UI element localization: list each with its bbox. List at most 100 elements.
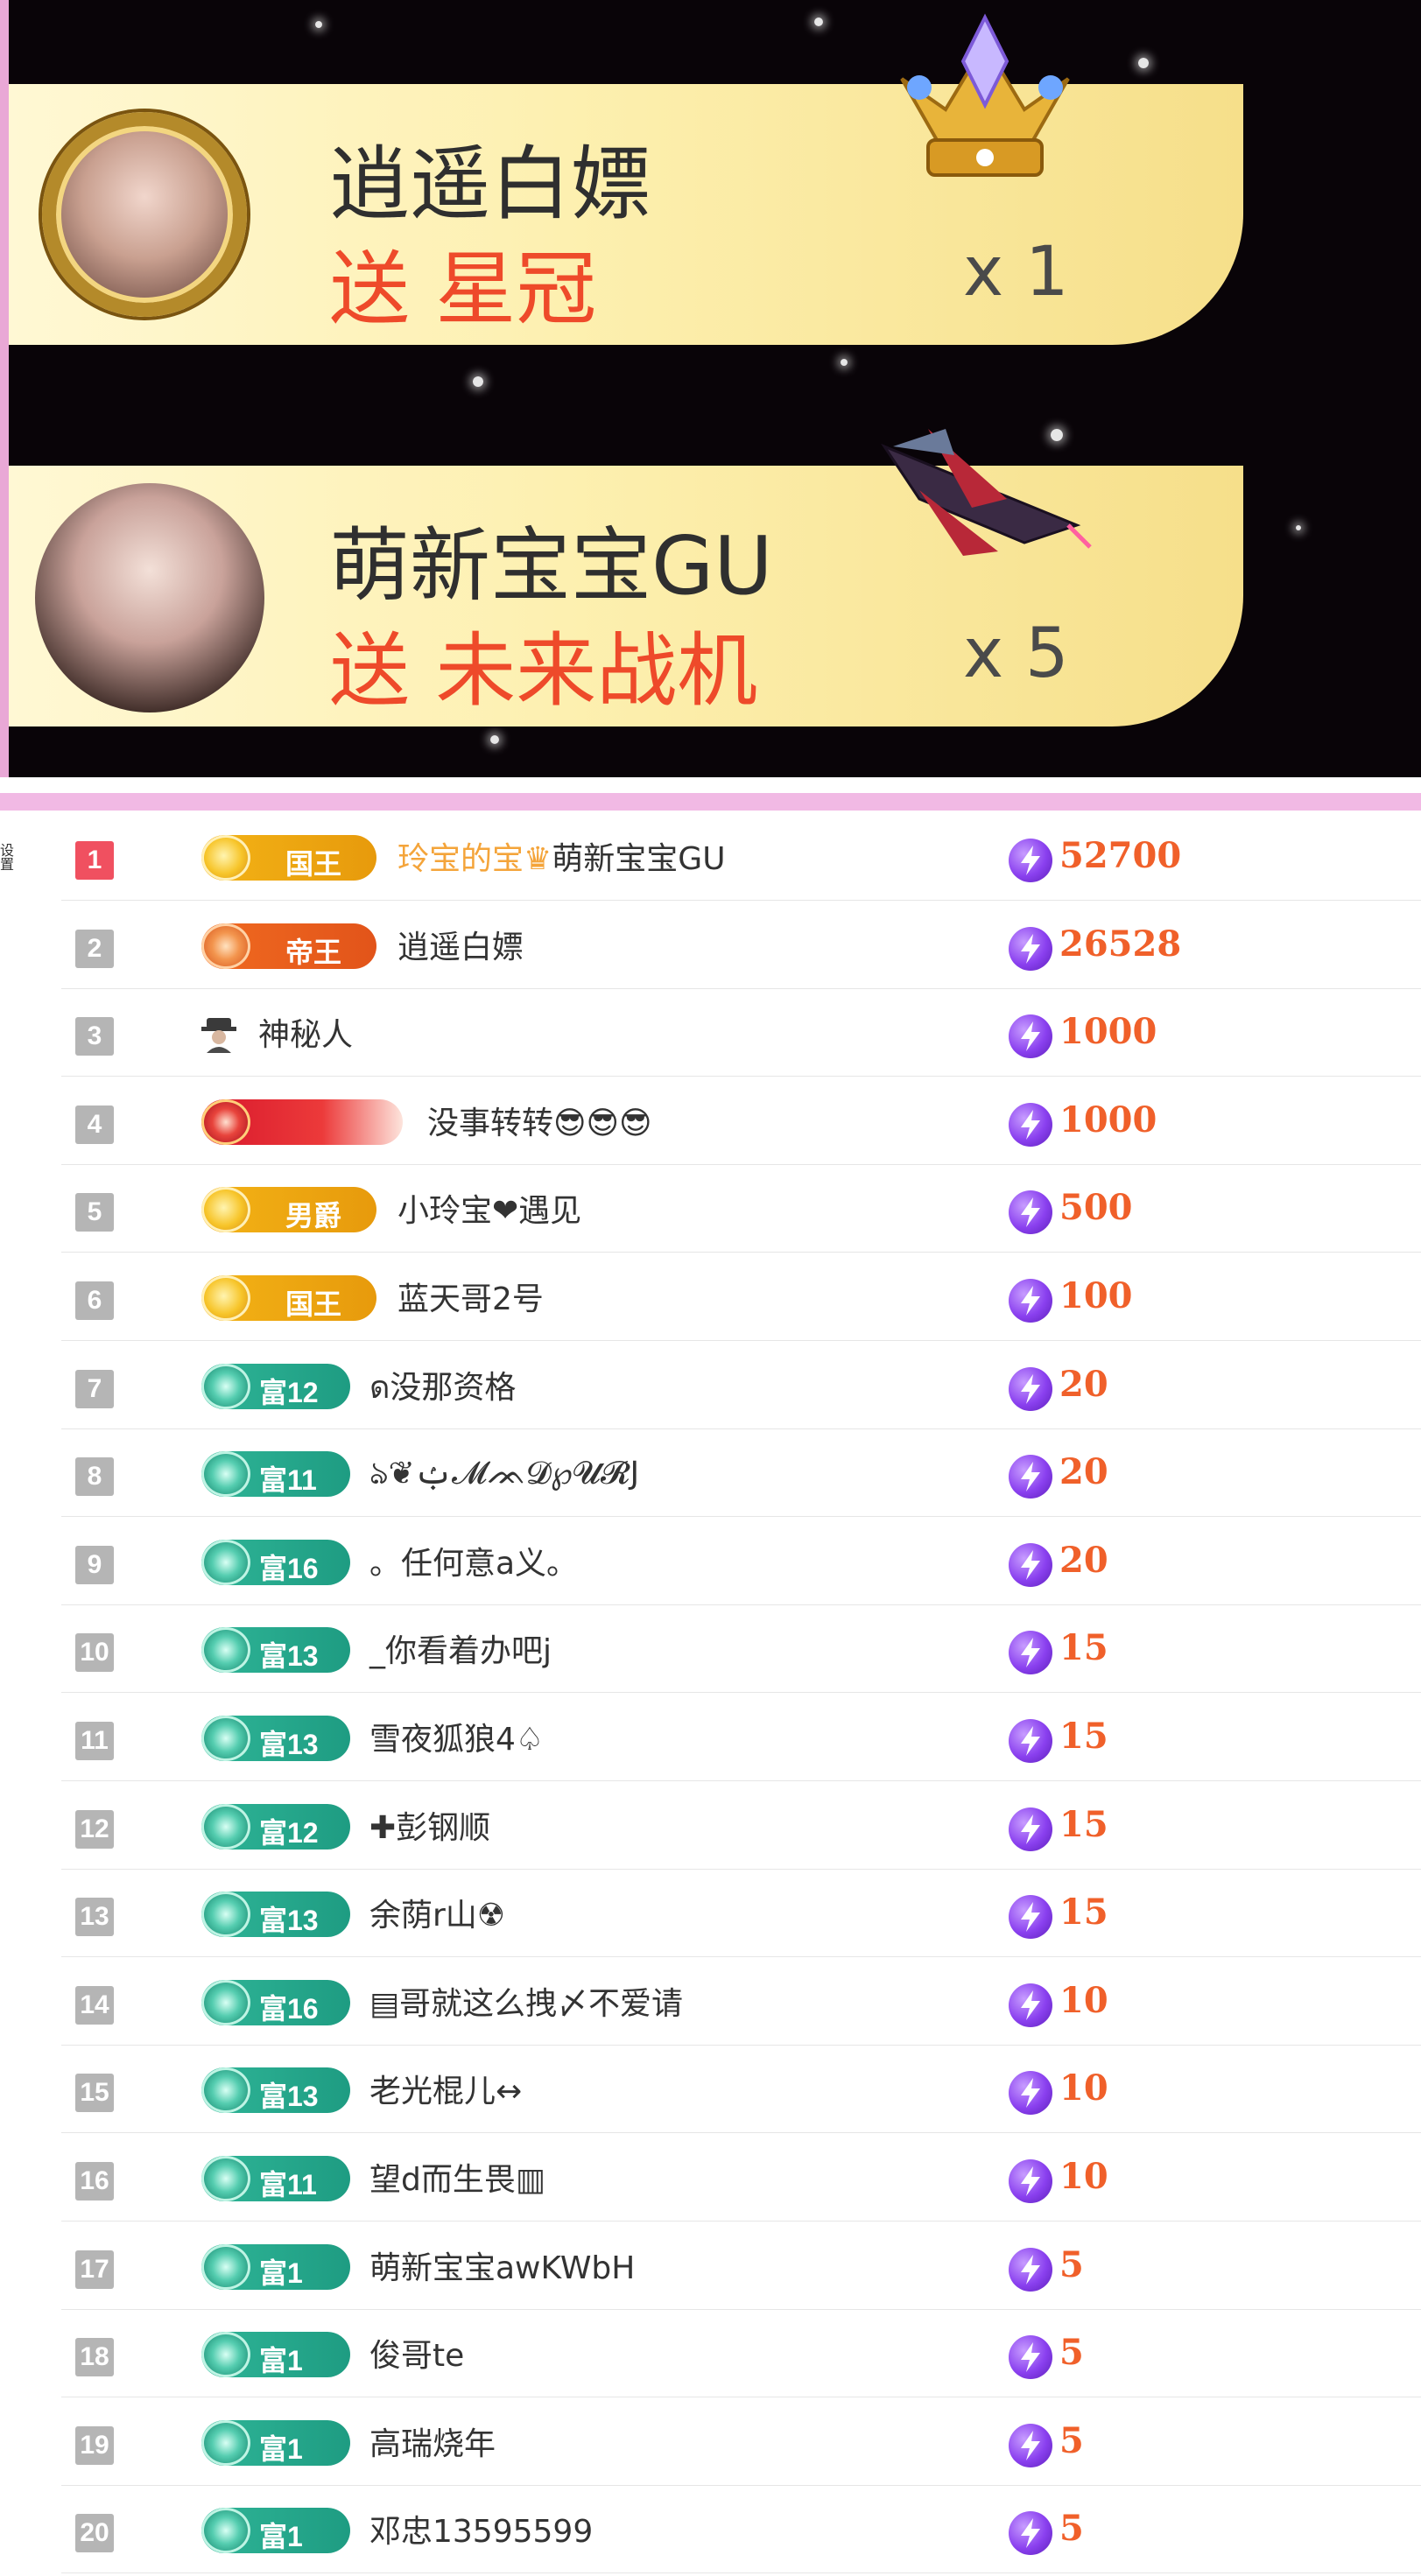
user-name[interactable]: 老光棍儿↔ <box>369 2066 522 2111</box>
ranking-row[interactable]: 5 男爵 小玲宝❤遇见 500 <box>61 1164 1421 1253</box>
level-badge: 富11 <box>201 1451 350 1498</box>
user-name[interactable]: 蓝天哥2号 <box>397 1274 544 1319</box>
ranking-row[interactable]: 11 富13 雪夜狐狼4♤ 15 <box>61 1693 1421 1781</box>
level-badge: 富13 <box>201 1892 350 1938</box>
level-icon <box>201 2067 250 2114</box>
level-icon <box>201 2156 250 2201</box>
contribution-score: 5 <box>1059 2508 1084 2550</box>
pink-edge <box>0 0 9 777</box>
contribution-score: 100 <box>1059 1275 1133 1316</box>
ranking-row[interactable]: 19 富1 高瑞烧年 5 <box>61 2397 1421 2486</box>
user-name[interactable]: 。任何意a义。 <box>369 1538 578 1583</box>
sparkle <box>841 359 848 366</box>
rank-number: 12 <box>75 1809 114 1849</box>
ranking-row[interactable]: 18 富1 俊哥te 5 <box>61 2309 1421 2398</box>
level-label: 富16 <box>259 1552 319 1584</box>
user-name[interactable]: 邓忠13595599 <box>369 2506 593 2551</box>
ranking-row[interactable]: 1 国王 玲宝的宝♛萌新宝宝GU 52700 <box>61 812 1421 901</box>
ranking-row[interactable]: 12 富12 ✚彭钢顺 15 <box>61 1781 1421 1870</box>
user-name[interactable]: 望d而生畏▥ <box>369 2154 545 2200</box>
user-name[interactable]: 没事转转😎😎😎 <box>427 1098 652 1143</box>
lightning-coin-icon <box>1009 1455 1052 1499</box>
user-name[interactable]: 小玲宝❤遇见 <box>397 1185 581 1231</box>
lightning-coin-icon <box>1009 1190 1052 1235</box>
user-name[interactable]: 玲宝的宝♛萌新宝宝GU <box>397 833 726 879</box>
user-name[interactable]: ▤哥就这么拽〆不爱请 <box>369 1978 683 2024</box>
ranking-row[interactable]: 2 帝王 逍遥白嫖 26528 <box>61 901 1421 989</box>
rank-number: 4 <box>75 1105 114 1144</box>
user-name[interactable]: ঌ❦ࢶ𝓜ᨏ𝓓℘𝓤𝓡J <box>369 1449 639 1502</box>
user-name[interactable]: _你看着办吧j <box>369 1625 552 1671</box>
level-icon <box>201 2508 250 2554</box>
user-name[interactable]: 雪夜狐狼4♤ <box>369 1714 544 1759</box>
level-label: 富12 <box>259 1376 319 1408</box>
ranking-row[interactable]: 15 富13 老光棍儿↔ 10 <box>61 2045 1421 2134</box>
user-name-text: 萌新宝宝GU <box>552 841 726 877</box>
level-label: 富1 <box>259 2521 303 2553</box>
rank-number: 5 <box>75 1193 114 1232</box>
user-name[interactable]: 神秘人 <box>258 1009 353 1055</box>
level-badge: 国王 <box>201 835 376 881</box>
level-badge: 富13 <box>201 1716 350 1761</box>
ranking-list: 设置 1 国王 玲宝的宝♛萌新宝宝GU 52700 2 帝王 逍遥白嫖 26528 3 神秘人 10… <box>0 812 1421 2576</box>
rank-number: 2 <box>75 929 114 968</box>
level-label: 男爵 <box>285 1200 342 1232</box>
level-label: 富13 <box>259 1905 319 1937</box>
ranking-row[interactable]: 14 富16 ▤哥就这么拽〆不爱请 10 <box>61 1957 1421 2046</box>
contribution-score: 20 <box>1059 1539 1108 1581</box>
level-badge: 富13 <box>201 1627 350 1674</box>
level-label: 富12 <box>259 1816 319 1849</box>
ranking-row[interactable]: 13 富13 余荫r山☢ 15 <box>61 1869 1421 1958</box>
contribution-score: 15 <box>1059 1892 1108 1934</box>
rank-number: 19 <box>75 2425 114 2465</box>
contribution-score: 10 <box>1059 2067 1108 2109</box>
ranking-row[interactable]: 7 富12 ด没那资格 20 <box>61 1341 1421 1429</box>
ranking-row[interactable]: 20 富1 邓忠13595599 5 <box>61 2485 1421 2574</box>
ranking-row[interactable]: 9 富16 。任何意a义。 20 <box>61 1517 1421 1605</box>
level-badge: 富12 <box>201 1803 350 1850</box>
guardian-name: 玲宝的宝 <box>397 841 524 877</box>
crown-icon: ♛ <box>524 841 552 877</box>
contribution-score: 15 <box>1059 1716 1108 1757</box>
ranking-row[interactable]: 8 富11 ঌ❦ࢶ𝓜ᨏ𝓓℘𝓤𝓡J 20 <box>61 1428 1421 1518</box>
rank-number: 13 <box>75 1898 114 1937</box>
gift-sender-name: 萌新宝宝GU <box>329 519 773 613</box>
ranking-row[interactable]: 6 国王 蓝天哥2号 100 <box>61 1253 1421 1341</box>
ranking-row[interactable]: 4 没事转转😎😎😎 1000 <box>61 1077 1421 1165</box>
contribution-score: 20 <box>1059 1363 1108 1405</box>
lightning-coin-icon <box>1009 2159 1052 2203</box>
level-icon <box>201 1451 250 1498</box>
section-divider <box>0 777 1421 811</box>
ranking-row[interactable]: 16 富11 望d而生畏▥ 10 <box>61 2133 1421 2222</box>
rank-number: 1 <box>75 841 114 880</box>
level-badge: 富1 <box>201 2508 350 2554</box>
contribution-score: 500 <box>1059 1187 1133 1229</box>
ranking-row[interactable]: 3 神秘人 1000 <box>61 988 1421 1077</box>
level-icon <box>201 1275 250 1321</box>
level-badge: 富16 <box>201 1539 350 1585</box>
user-name[interactable]: 余荫r山☢ <box>369 1890 505 1935</box>
level-label: 富11 <box>259 2169 317 2200</box>
user-name[interactable]: ✚彭钢顺 <box>369 1802 490 1848</box>
user-name[interactable]: ด没那资格 <box>369 1362 516 1412</box>
level-icon <box>201 835 250 881</box>
ranking-row[interactable]: 17 富1 萌新宝宝awKWbH 5 <box>61 2222 1421 2310</box>
user-name[interactable]: 萌新宝宝awKWbH <box>369 2243 635 2288</box>
level-icon <box>201 923 250 969</box>
contribution-score: 20 <box>1059 1451 1108 1493</box>
user-name[interactable]: 俊哥te <box>369 2330 464 2376</box>
ranking-row[interactable]: 10 富13 _你看着办吧j 15 <box>61 1604 1421 1694</box>
level-icon <box>201 1803 250 1850</box>
level-label: 富1 <box>259 2345 303 2377</box>
sparkle <box>814 18 823 26</box>
level-label: 富13 <box>259 2081 319 2113</box>
sparkle <box>1138 58 1149 68</box>
lightning-coin-icon <box>1009 1983 1052 2027</box>
rank-number: 20 <box>75 2514 114 2553</box>
avatar[interactable] <box>42 112 247 317</box>
avatar[interactable] <box>35 483 264 712</box>
level-icon <box>201 2419 250 2466</box>
rank-number: 16 <box>75 2162 114 2200</box>
user-name[interactable]: 高瑞烧年 <box>369 2418 496 2464</box>
user-name[interactable]: 逍遥白嫖 <box>397 922 524 967</box>
